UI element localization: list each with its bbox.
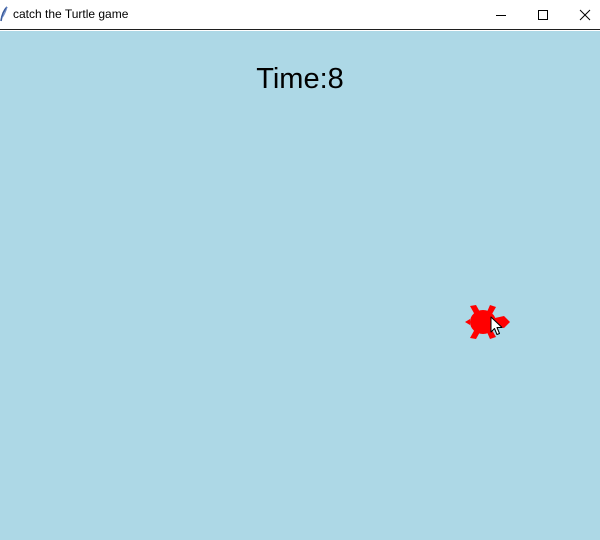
close-icon bbox=[579, 9, 591, 20]
feather-icon bbox=[0, 6, 8, 22]
close-button[interactable] bbox=[562, 0, 600, 29]
maximize-icon bbox=[538, 9, 548, 20]
app-window: catch the Turtle game Time:8 bbox=[0, 0, 600, 540]
minimize-button[interactable] bbox=[478, 0, 524, 29]
maximize-button[interactable] bbox=[520, 0, 566, 29]
title-bar[interactable]: catch the Turtle game bbox=[0, 0, 600, 30]
window-title: catch the Turtle game bbox=[13, 7, 129, 21]
timer-label: Time:8 bbox=[256, 63, 344, 95]
turtle-icon[interactable] bbox=[464, 304, 512, 340]
game-canvas[interactable]: Time:8 bbox=[0, 31, 600, 540]
minimize-icon bbox=[496, 14, 506, 16]
